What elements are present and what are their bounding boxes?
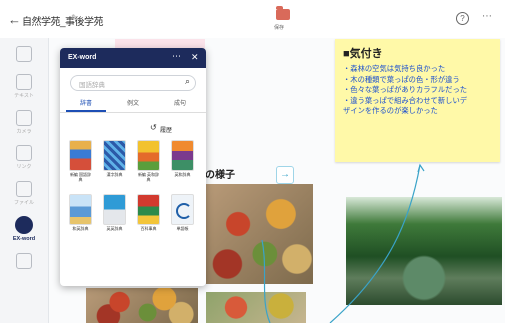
dictionary-label: 英英辞典 <box>106 226 123 231</box>
dictionary-cover-icon <box>103 194 126 225</box>
dictionary-label: 新編 国語辞典 <box>69 172 92 182</box>
dictionary-cover-icon <box>103 140 126 171</box>
dictionary-label: 単語帳 <box>176 226 189 231</box>
history-icon[interactable]: ↺ <box>150 123 157 132</box>
dictionary-card[interactable]: 漢字辞典 <box>102 140 127 177</box>
dictionary-label: 和英辞典 <box>72 226 89 231</box>
search-icon[interactable]: ⌕ <box>185 76 190 87</box>
dictionary-label: 英和辞典 <box>174 172 191 177</box>
dictionary-card[interactable]: 新編 英和辞典 <box>136 140 161 182</box>
dictionary-label: 漢字辞典 <box>106 172 123 177</box>
dialog-title: EX-word <box>68 54 97 61</box>
tab-examples[interactable]: 例文 <box>109 98 157 107</box>
dictionary-card[interactable]: 単語帳 <box>170 194 195 231</box>
dictionary-label: 百科事典 <box>140 226 157 231</box>
dictionary-card[interactable]: 百科事典 <box>136 194 161 231</box>
dictionary-cover-icon <box>69 194 92 225</box>
search-placeholder: 国語辞典 <box>79 82 105 89</box>
dictionary-card[interactable]: 新編 国語辞典 <box>68 140 93 182</box>
dictionary-cover-icon <box>137 194 160 225</box>
more-icon[interactable]: ⋯ <box>172 51 181 62</box>
tab-dictionary[interactable]: 辞書 <box>62 98 110 107</box>
dictionary-label: 新編 英和辞典 <box>137 172 160 182</box>
dictionary-card[interactable]: 和英辞典 <box>68 194 93 231</box>
tab-phrases[interactable]: 成句 <box>156 98 204 107</box>
dictionary-cover-icon <box>171 140 194 171</box>
dictionary-cover-icon <box>171 194 194 225</box>
tab-divider <box>60 112 206 113</box>
dictionary-cover-icon <box>137 140 160 171</box>
dictionary-cover-icon <box>69 140 92 171</box>
connector-line <box>329 164 421 323</box>
connector-line <box>261 239 271 323</box>
dictionary-card[interactable]: 英英辞典 <box>102 194 127 231</box>
search-input[interactable]: 国語辞典 ⌕ <box>70 75 196 91</box>
exword-dialog: EX-word ⋯ ✕ 国語辞典 ⌕ 辞書 例文 成句 ↺ 履歴 新編 国語辞典… <box>60 48 206 286</box>
history-label[interactable]: 履歴 <box>160 125 172 134</box>
connector-arrowhead <box>417 163 425 173</box>
dialog-header[interactable]: EX-word ⋯ ✕ <box>60 48 206 68</box>
dialog-tabs: 辞書 例文 成句 <box>60 98 206 112</box>
close-icon[interactable]: ✕ <box>191 52 199 63</box>
dictionary-card[interactable]: 英和辞典 <box>170 140 195 177</box>
